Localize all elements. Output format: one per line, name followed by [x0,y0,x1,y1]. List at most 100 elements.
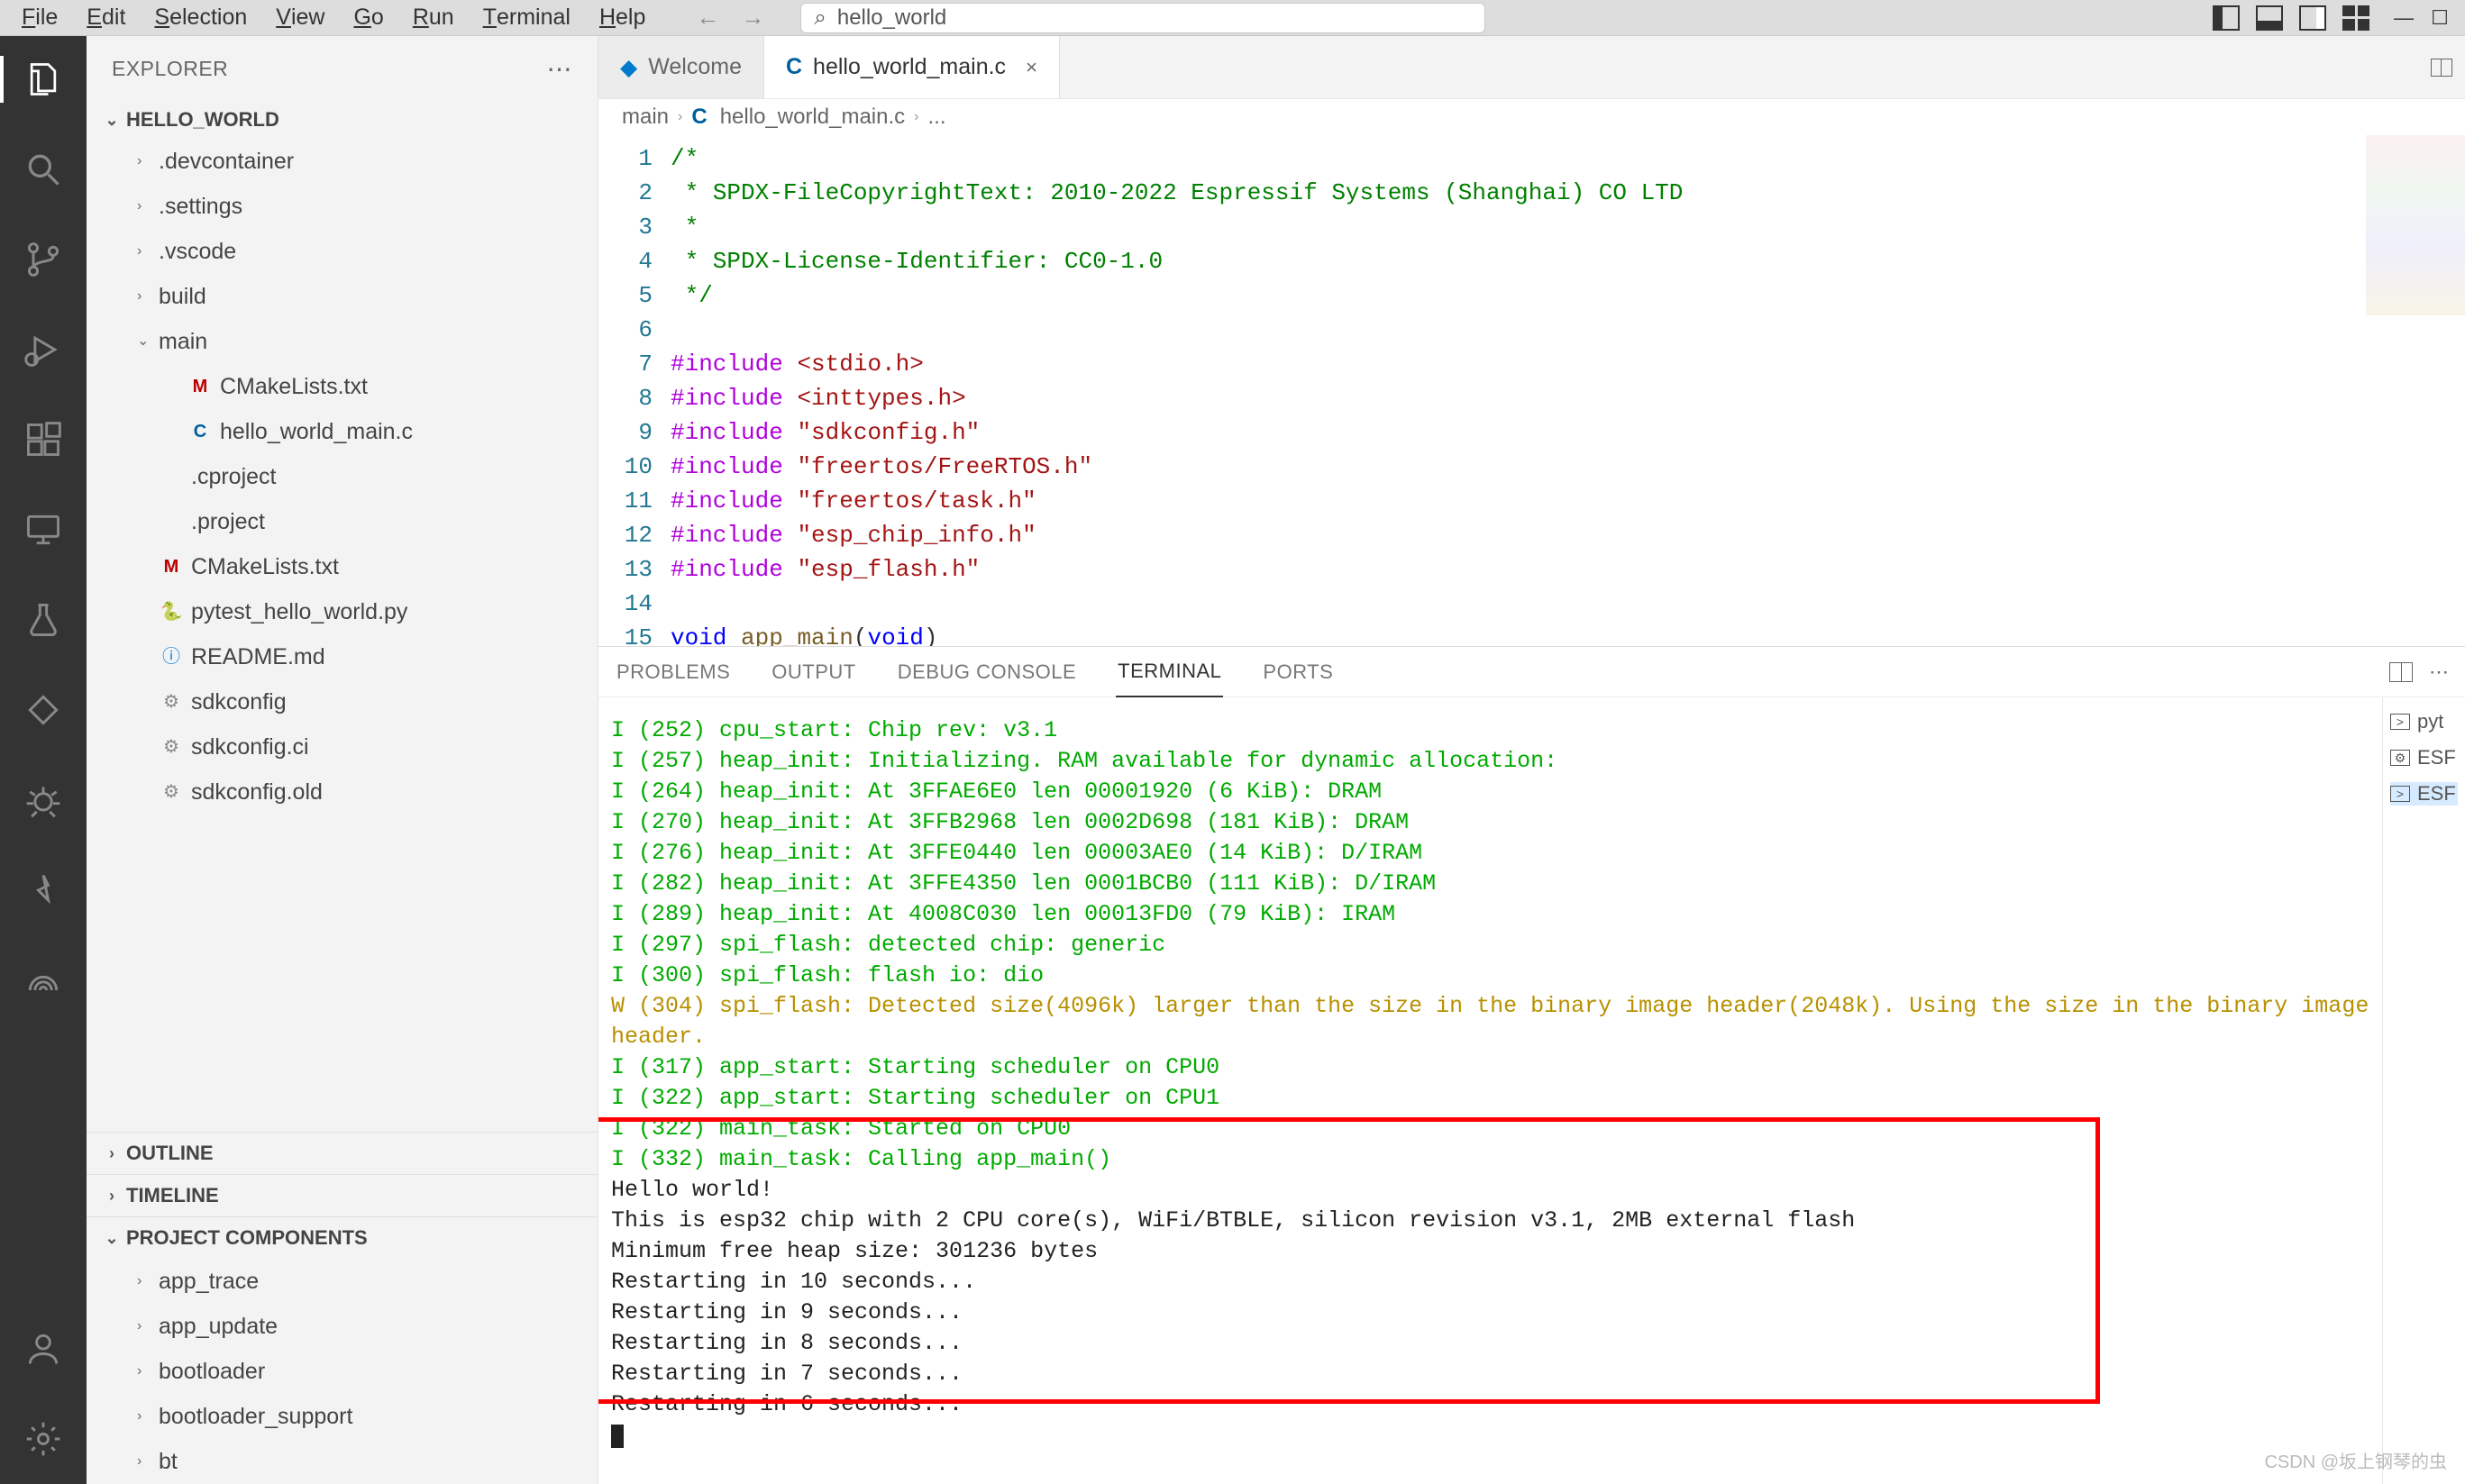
tree-folder[interactable]: ›build [87,274,598,319]
activity-run-debug[interactable] [0,321,87,378]
tree-file[interactable]: Chello_world_main.c [87,409,598,454]
menu-terminal[interactable]: Terminal [469,5,585,31]
tree-label: .vscode [159,233,236,269]
breadcrumb-more[interactable]: ... [927,105,945,130]
chevron-right-icon: › [101,1187,123,1206]
nav-back-icon[interactable]: ← [696,4,719,32]
tree-file[interactable]: .project [87,499,598,544]
activity-remote[interactable] [0,501,87,559]
tree-folder[interactable]: ›.vscode [87,229,598,274]
menu-go[interactable]: Go [339,5,397,31]
terminal-line: I (257) heap_init: Initializing. RAM ava… [611,746,2369,777]
tree-file[interactable]: MCMakeLists.txt [87,544,598,589]
terminal-line: I (317) app_start: Starting scheduler on… [611,1052,2369,1083]
code-editor[interactable]: 123456789101112131415 /* * SPDX-FileCopy… [598,135,2465,646]
window-minimize-icon[interactable]: — [2386,6,2422,30]
terminal-line: I (282) heap_init: At 3FFE4350 len 0001B… [611,869,2369,899]
activity-search[interactable] [0,141,87,198]
menu-file[interactable]: File [7,5,72,31]
tree-file[interactable]: ⚙sdkconfig.old [87,769,598,815]
tree-file[interactable]: .cproject [87,454,598,499]
activity-espressif-2[interactable] [0,771,87,829]
breadcrumb-folder[interactable]: main [622,105,669,130]
terminal-name: ESF [2417,782,2456,806]
component-item[interactable]: ›app_trace [87,1259,598,1304]
minimap[interactable] [2366,135,2465,315]
activity-espressif-3[interactable] [0,861,87,919]
component-item[interactable]: ›bt [87,1439,598,1484]
tree-file[interactable]: MCMakeLists.txt [87,364,598,409]
customize-layout-icon[interactable] [2342,5,2369,31]
menu-edit[interactable]: Edit [72,5,140,31]
tree-folder[interactable]: ›.devcontainer [87,139,598,184]
tab-file-label: hello_world_main.c [813,54,1006,80]
sidebar-explorer: EXPLORER ⋯ ⌄ HELLO_WORLD ›.devcontainer›… [87,36,598,1484]
chevron-right-icon: › [137,1360,155,1383]
toggle-secondary-sidebar-icon[interactable] [2299,5,2326,31]
component-item[interactable]: ›app_update [87,1304,598,1349]
activity-bar [0,36,87,1484]
chevron-right-icon: › [101,1144,123,1163]
terminal[interactable]: I (252) cpu_start: Chip rev: v3.1I (257)… [598,697,2382,1484]
project-components-section[interactable]: ⌄ PROJECT COMPONENTS [87,1216,598,1259]
tree-file[interactable]: 🐍pytest_hello_world.py [87,589,598,634]
panel-tab-problems[interactable]: PROBLEMS [615,648,732,696]
panel-more-icon[interactable]: ⋯ [2429,660,2449,684]
activity-source-control[interactable] [0,231,87,288]
workspace-section[interactable]: ⌄ HELLO_WORLD [87,101,598,139]
activity-accounts[interactable] [0,1320,87,1378]
breadcrumb-file[interactable]: hello_world_main.c [720,105,905,130]
tree-file[interactable]: ⚙sdkconfig.ci [87,724,598,769]
activity-espressif-1[interactable] [0,681,87,739]
breadcrumb[interactable]: main › C hello_world_main.c › ... [598,99,2465,135]
menu-view[interactable]: View [261,5,339,31]
panel-layout-icon[interactable] [2389,662,2413,682]
timeline-section[interactable]: › TIMELINE [87,1174,598,1216]
split-editor-icon[interactable] [2431,59,2452,77]
terminal-instance[interactable]: > ESF [2390,782,2458,806]
tab-file[interactable]: C hello_world_main.c × [764,36,1060,98]
tree-folder[interactable]: ⌄main [87,319,598,364]
activity-extensions[interactable] [0,411,87,469]
tree-file[interactable]: ⓘREADME.md [87,634,598,679]
panel-tab-output[interactable]: OUTPUT [770,648,857,696]
component-item[interactable]: ›bootloader_support [87,1394,598,1439]
activity-testing[interactable] [0,591,87,649]
terminal-icon: > [2390,714,2410,730]
editor-tabs: ◆ Welcome C hello_world_main.c × [598,36,2465,99]
terminal-instance[interactable]: >pyt [2390,710,2458,733]
toggle-primary-sidebar-icon[interactable] [2213,5,2240,31]
chevron-down-icon: ⌄ [101,1229,123,1248]
command-center-text: hello_world [837,5,946,31]
outline-section[interactable]: › OUTLINE [87,1132,598,1174]
panel-tab-debug[interactable]: DEBUG CONSOLE [896,648,1078,696]
toggle-panel-icon[interactable] [2256,5,2283,31]
tree-file[interactable]: ⚙sdkconfig [87,679,598,724]
tree-folder[interactable]: ›.settings [87,184,598,229]
menu-selection[interactable]: Selection [140,5,261,31]
c-file-icon: C [187,417,213,446]
tree-label: sdkconfig [191,684,287,720]
menu-run[interactable]: Run [398,5,469,31]
chevron-right-icon: › [137,1450,155,1473]
close-tab-icon[interactable]: × [1026,56,1037,79]
activity-explorer[interactable] [0,50,87,108]
window-maximize-icon[interactable]: ☐ [2422,6,2458,30]
sidebar-more-icon[interactable]: ⋯ [547,54,573,84]
terminal-line: I (264) heap_init: At 3FFAE6E0 len 00001… [611,777,2369,807]
panel-tab-terminal[interactable]: TERMINAL [1116,647,1223,697]
menu-help[interactable]: Help [585,5,660,31]
info-icon: ⓘ [159,642,184,671]
activity-espressif-4[interactable] [0,951,87,1009]
panel-tab-ports[interactable]: PORTS [1261,648,1335,696]
tab-welcome[interactable]: ◆ Welcome [598,36,764,98]
editor-area: ◆ Welcome C hello_world_main.c × main › … [598,36,2465,1484]
project-components-label: PROJECT COMPONENTS [126,1226,368,1250]
activity-settings[interactable] [0,1410,87,1468]
terminal-instance[interactable]: ⚙ESF [2390,746,2458,769]
nav-forward-icon[interactable]: → [741,4,764,32]
component-item[interactable]: ›bootloader [87,1349,598,1394]
chevron-right-icon: › [137,1315,155,1338]
command-center[interactable]: ⌕ hello_world [800,3,1485,33]
terminal-icon: > [2390,786,2410,802]
